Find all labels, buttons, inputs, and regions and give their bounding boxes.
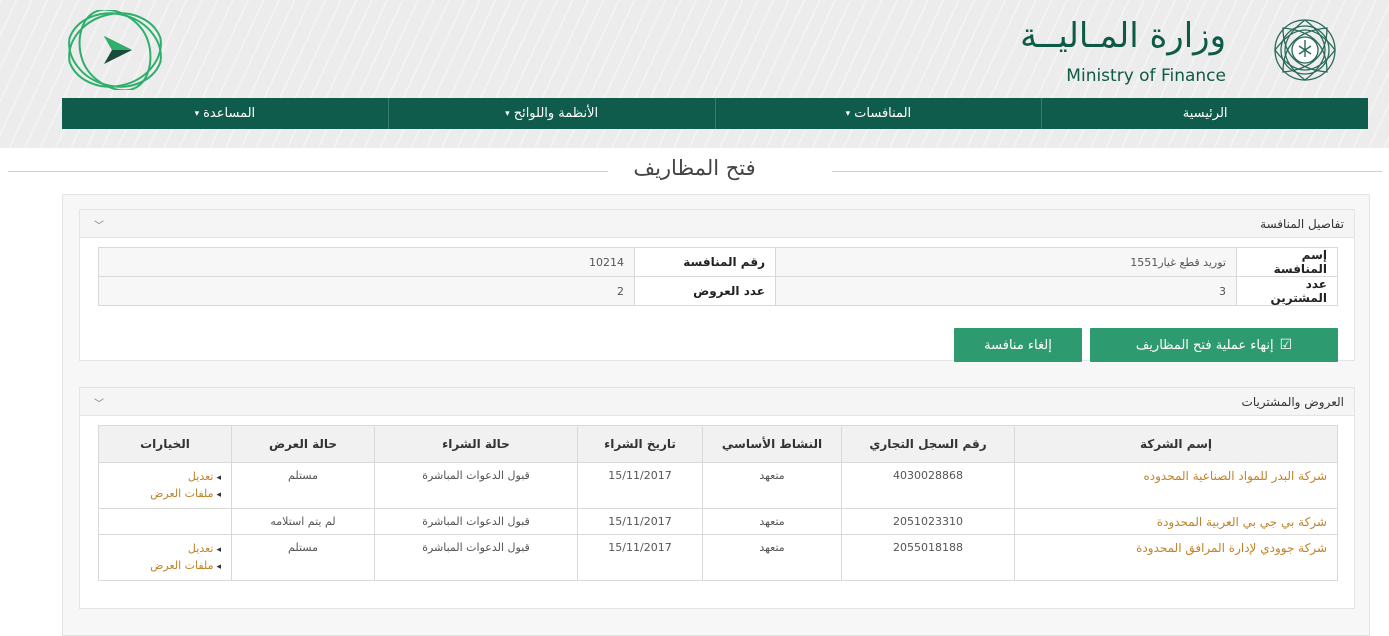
platform-logo-icon[interactable] bbox=[50, 10, 180, 90]
col-offer-status: حالة العرض bbox=[231, 425, 375, 463]
tender-name-label: إسم المنافسة bbox=[1236, 247, 1338, 277]
caret-left-icon: ◂ bbox=[216, 562, 221, 572]
nav-regulations-label: الأنظمة واللوائح bbox=[513, 106, 599, 121]
ministry-name-en: Ministry of Finance bbox=[1066, 66, 1226, 86]
purchase-date: 15/11/2017 bbox=[577, 534, 703, 581]
nav-home[interactable]: الرئيسية bbox=[1041, 98, 1368, 129]
offer-status: لم يتم استلامه bbox=[231, 508, 375, 535]
chevron-down-icon[interactable]: ﹀ bbox=[94, 217, 104, 232]
offers-table: إسم الشركة رقم السجل التجاري النشاط الأس… bbox=[98, 425, 1338, 581]
table-row: شركة البدر للمواد الصناعية المحدوده 4030… bbox=[98, 462, 1338, 509]
offers-panel: العروض والمشتريات ﹀ إسم الشركة رقم السجل… bbox=[79, 387, 1355, 609]
ministry-logo[interactable]: وزارة المـاليــة Ministry of Finance bbox=[1020, 10, 1350, 90]
offer-files-link-label: ملفات العرض bbox=[150, 487, 214, 500]
caret-down-icon: ▾ bbox=[845, 108, 851, 119]
ministry-name-ar: وزارة المـاليــة bbox=[1020, 16, 1226, 56]
offers-count-value: 2 bbox=[98, 276, 635, 306]
activity: متعهد bbox=[702, 534, 842, 581]
finish-opening-button[interactable]: ☑ إنهاء عملية فتح المظاريف bbox=[1090, 328, 1338, 362]
tender-info-table: إسم المنافسة توريد قطع غيار1551 رقم المن… bbox=[98, 247, 1338, 306]
company-link[interactable]: شركة جوودي لإدارة المرافق المحدودة bbox=[1014, 534, 1338, 581]
activity: متعهد bbox=[702, 508, 842, 535]
nav-help-label: المساعدة bbox=[203, 106, 256, 121]
edit-link-label: تعديل bbox=[187, 470, 214, 483]
options-cell: ◂تعديل ◂ملفات العرض bbox=[98, 534, 232, 581]
panel-title: العروض والمشتريات bbox=[1241, 395, 1344, 409]
col-purchase-status: حالة الشراء bbox=[374, 425, 578, 463]
nav-help[interactable]: المساعدة ▾ bbox=[62, 98, 388, 129]
panel-header[interactable]: العروض والمشتريات ﹀ bbox=[80, 388, 1354, 416]
options-cell: ◂تعديل ◂ملفات العرض bbox=[98, 462, 232, 509]
purchase-status: قبول الدعوات المباشرة bbox=[374, 508, 578, 535]
ministry-emblem-icon bbox=[1274, 19, 1336, 81]
nav-tenders[interactable]: المنافسات ▾ bbox=[714, 98, 1042, 129]
check-icon: ☑ bbox=[1279, 337, 1293, 353]
caret-down-icon: ▾ bbox=[505, 108, 510, 119]
offer-status: مستلم bbox=[231, 462, 375, 509]
company-link[interactable]: شركة البدر للمواد الصناعية المحدوده bbox=[1014, 462, 1338, 509]
col-cr-number: رقم السجل التجاري bbox=[841, 425, 1015, 463]
nav-regulations[interactable]: الأنظمة واللوائح ▾ bbox=[387, 98, 715, 129]
cancel-tender-button[interactable]: إلغاء منافسة bbox=[954, 328, 1082, 362]
col-company: إسم الشركة bbox=[1014, 425, 1338, 463]
table-row: شركة بي جي بي العربية المحدودة 205102331… bbox=[98, 508, 1338, 535]
caret-left-icon: ◂ bbox=[216, 490, 221, 500]
table-row: شركة جوودي لإدارة المرافق المحدودة 20550… bbox=[98, 534, 1338, 581]
buyers-count-value: 3 bbox=[775, 276, 1237, 306]
buyers-count-label: عدد المشترين bbox=[1236, 276, 1338, 306]
content-area: تفاصيل المنافسة ﹀ إسم المنافسة توريد قطع… bbox=[62, 194, 1370, 636]
tender-details-panel: تفاصيل المنافسة ﹀ إسم المنافسة توريد قطع… bbox=[79, 209, 1355, 362]
cancel-tender-label: إلغاء منافسة bbox=[984, 337, 1052, 353]
purchase-date: 15/11/2017 bbox=[577, 462, 703, 509]
tender-name-value: توريد قطع غيار1551 bbox=[775, 247, 1237, 277]
panel-title: تفاصيل المنافسة bbox=[1260, 217, 1344, 231]
col-options: الخيارات bbox=[98, 425, 232, 463]
finish-opening-label: إنهاء عملية فتح المظاريف bbox=[1135, 337, 1274, 353]
edit-link-label: تعديل bbox=[187, 542, 214, 555]
cr-number: 2051023310 bbox=[841, 508, 1015, 535]
page-title-bar: فتح المظاريف bbox=[0, 152, 1389, 192]
caret-left-icon: ◂ bbox=[216, 473, 221, 483]
company-link[interactable]: شركة بي جي بي العربية المحدودة bbox=[1014, 508, 1338, 535]
page-title: فتح المظاريف bbox=[633, 156, 756, 180]
nav-tenders-label: المنافسات bbox=[854, 106, 912, 121]
cr-number: 2055018188 bbox=[841, 534, 1015, 581]
activity: متعهد bbox=[702, 462, 842, 509]
offer-status: مستلم bbox=[231, 534, 375, 581]
tender-number-value: 10214 bbox=[98, 247, 635, 277]
nav-home-label: الرئيسية bbox=[1182, 106, 1228, 121]
offer-files-link[interactable]: ◂ملفات العرض bbox=[109, 558, 221, 575]
purchase-status: قبول الدعوات المباشرة bbox=[374, 462, 578, 509]
offers-count-label: عدد العروض bbox=[634, 276, 776, 306]
col-activity: النشاط الأساسي bbox=[702, 425, 842, 463]
edit-link[interactable]: ◂تعديل bbox=[109, 469, 221, 486]
purchase-date: 15/11/2017 bbox=[577, 508, 703, 535]
caret-left-icon: ◂ bbox=[216, 545, 221, 555]
edit-link[interactable]: ◂تعديل bbox=[109, 541, 221, 558]
tender-number-label: رقم المنافسة bbox=[634, 247, 776, 277]
options-cell bbox=[98, 508, 232, 535]
panel-header[interactable]: تفاصيل المنافسة ﹀ bbox=[80, 210, 1354, 238]
offer-files-link-label: ملفات العرض bbox=[150, 559, 214, 572]
cr-number: 4030028868 bbox=[841, 462, 1015, 509]
caret-down-icon: ▾ bbox=[194, 108, 200, 119]
col-purchase-date: تاريخ الشراء bbox=[577, 425, 703, 463]
chevron-down-icon[interactable]: ﹀ bbox=[94, 395, 104, 410]
offer-files-link[interactable]: ◂ملفات العرض bbox=[109, 486, 221, 503]
main-nav: الرئيسية المنافسات ▾ الأنظمة واللوائح ▾ ال… bbox=[62, 98, 1368, 129]
purchase-status: قبول الدعوات المباشرة bbox=[374, 534, 578, 581]
